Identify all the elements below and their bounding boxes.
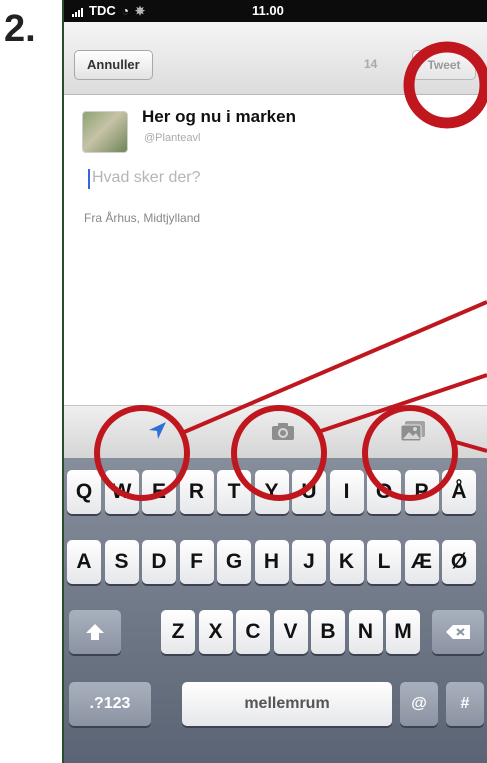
backspace-icon [446, 625, 470, 639]
keyboard-row-3: ZXCVBNM [64, 610, 487, 656]
key-m[interactable]: M [386, 610, 420, 654]
space-key[interactable]: mellemrum [182, 682, 392, 726]
activity-icon: ✵ [134, 3, 146, 18]
hash-key[interactable]: # [446, 682, 484, 726]
compose-toolbar [64, 405, 487, 458]
carrier-label: TDC [89, 3, 116, 18]
key-y[interactable]: Y [254, 470, 289, 514]
key-p[interactable]: P [404, 470, 439, 514]
key-å[interactable]: Å [442, 470, 476, 514]
account-handle: @Planteavl [144, 132, 201, 144]
key-h[interactable]: H [254, 540, 289, 584]
account-name: Her og nu i marken [142, 107, 296, 126]
key-n[interactable]: N [348, 610, 383, 654]
key-d[interactable]: D [142, 540, 176, 584]
signal-bars-icon [72, 5, 83, 17]
key-i[interactable]: I [329, 470, 364, 514]
key-j[interactable]: J [292, 540, 326, 584]
cancel-button[interactable]: Annuller [74, 50, 153, 80]
compose-area[interactable]: Her og nu i marken @Planteavl Hvad sker … [64, 95, 487, 405]
location-arrow-icon[interactable] [142, 418, 172, 444]
location-label: Fra Århus, Midtjylland [84, 211, 201, 225]
character-counter: 14 [364, 57, 378, 71]
numbers-key[interactable]: .?123 [69, 682, 151, 726]
key-ø[interactable]: Ø [442, 540, 476, 584]
key-q[interactable]: Q [67, 470, 101, 514]
keyboard: QWERTYUIOPÅ ASDFGHJKLÆØ ZXCVBNM .?123 me… [64, 458, 487, 763]
tweet-text-input[interactable]: Hvad sker der? [92, 169, 201, 187]
text-cursor [88, 169, 90, 189]
key-a[interactable]: A [67, 540, 101, 584]
avatar [82, 111, 128, 153]
key-o[interactable]: O [367, 470, 401, 514]
key-g[interactable]: G [217, 540, 251, 584]
key-æ[interactable]: Æ [404, 540, 439, 584]
key-l[interactable]: L [367, 540, 401, 584]
tweet-button[interactable]: Tweet [412, 50, 476, 80]
phone-screen: TDC ◔ ✵ 11.00 Annuller 14 Tweet Her og n… [62, 0, 487, 763]
keyboard-row-2: ASDFGHJKLÆØ [64, 540, 487, 586]
delete-key[interactable] [432, 610, 484, 654]
key-f[interactable]: F [179, 540, 214, 584]
wifi-icon: ◔ [121, 3, 129, 18]
key-s[interactable]: S [104, 540, 139, 584]
key-c[interactable]: C [236, 610, 270, 654]
compose-nav-bar: Annuller 14 Tweet [64, 22, 487, 95]
step-number: 2. [4, 8, 36, 50]
shift-key[interactable] [69, 610, 121, 654]
shift-arrow-icon [86, 624, 104, 640]
key-x[interactable]: X [198, 610, 233, 654]
camera-icon[interactable] [268, 418, 298, 444]
key-r[interactable]: R [179, 470, 214, 514]
photo-gallery-icon[interactable] [398, 418, 428, 444]
key-v[interactable]: V [273, 610, 308, 654]
keyboard-row-4: .?123 mellemrum @ # [64, 682, 487, 728]
status-bar: TDC ◔ ✵ 11.00 [64, 0, 487, 22]
at-key[interactable]: @ [400, 682, 438, 726]
key-k[interactable]: K [329, 540, 364, 584]
key-u[interactable]: U [292, 470, 326, 514]
key-t[interactable]: T [217, 470, 251, 514]
key-z[interactable]: Z [161, 610, 195, 654]
key-e[interactable]: E [142, 470, 176, 514]
key-b[interactable]: B [311, 610, 345, 654]
status-time: 11.00 [252, 3, 284, 18]
keyboard-row-1: QWERTYUIOPÅ [64, 470, 487, 516]
key-w[interactable]: W [104, 470, 139, 514]
